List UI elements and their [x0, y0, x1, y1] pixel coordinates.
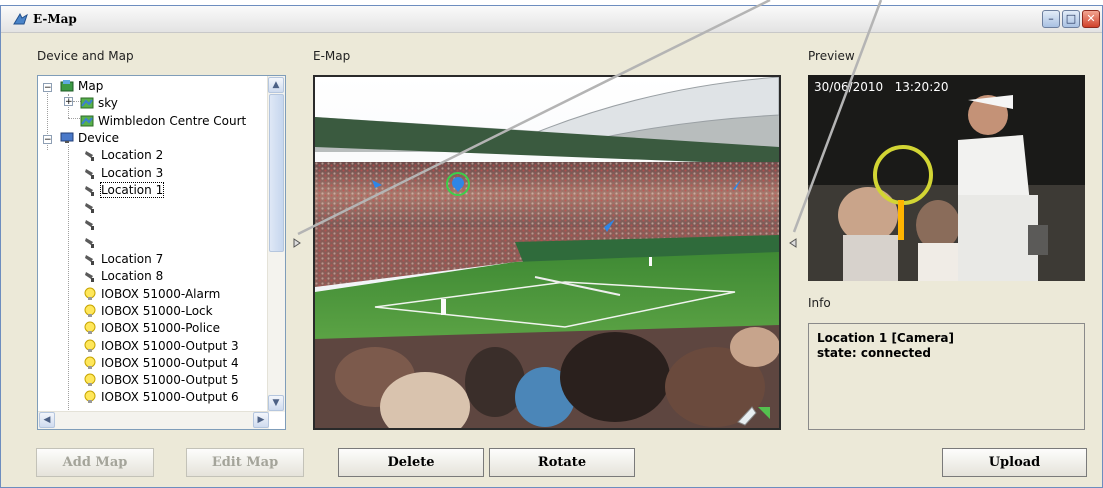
tree-item[interactable]: IOBOX 51000-Lock: [83, 303, 213, 320]
map-icon: [80, 97, 94, 109]
scroll-right-button[interactable]: ▶: [253, 412, 269, 428]
scroll-left-button[interactable]: ◀: [39, 412, 55, 428]
camera-icon: [85, 151, 94, 162]
tree-item[interactable]: Location 8: [83, 268, 163, 285]
tree-item-label: IOBOX 51000-Output 5: [101, 373, 239, 388]
tree-item[interactable]: Wimbledon Centre Court: [80, 113, 246, 130]
tree-item-label: Map: [78, 79, 104, 93]
bulb-icon: [84, 321, 96, 335]
tree-item[interactable]: [83, 234, 101, 251]
tree-item-label: IOBOX 51000-Output 6: [101, 390, 239, 405]
tree-item[interactable]: IOBOX 51000-Output 5: [83, 372, 239, 389]
window-title: E-Map: [33, 12, 77, 26]
camera-icon: [85, 185, 94, 196]
close-button[interactable]: ✕: [1082, 10, 1100, 28]
tree-item[interactable]: [83, 216, 101, 233]
bulb-icon: [84, 390, 96, 404]
scroll-up-button[interactable]: ▲: [268, 77, 284, 93]
camera-icon: [85, 168, 94, 179]
info-panel: Location 1 [Camera] state: connected: [808, 323, 1085, 430]
tree-item-label: IOBOX 51000-Police: [101, 321, 221, 336]
tree-item[interactable]: Location 1: [83, 181, 165, 199]
tree-vertical-scrollbar[interactable]: ▲ ▼: [267, 76, 285, 412]
tree-item[interactable]: Location 2: [83, 147, 163, 164]
tree-item[interactable]: IOBOX 51000-Output 6: [83, 389, 239, 406]
tree-item-label: IOBOX 51000-Lock: [101, 303, 213, 318]
tree-item-label: Location 3: [101, 165, 164, 180]
tree-item-label: sky: [98, 96, 118, 111]
bulb-icon: [84, 373, 96, 387]
emap-canvas[interactable]: [313, 75, 781, 430]
tree-item-label: IOBOX 51000-Output 4: [101, 355, 239, 370]
rotate-button[interactable]: Rotate: [489, 448, 635, 477]
tree-item-label: Location 1: [99, 181, 165, 198]
tree-item[interactable]: IOBOX 51000-Alarm: [83, 286, 220, 303]
preview-marker-icon: [789, 238, 797, 248]
map-icon: [80, 115, 94, 127]
preview-label: Preview: [808, 49, 855, 63]
camera-icon: [85, 272, 94, 283]
map-folder-icon: [60, 80, 74, 92]
tree-item-label: Location 7: [101, 252, 164, 266]
preview-video: 30/06/2010 13:20:20: [808, 75, 1085, 281]
tree-item[interactable]: Map: [60, 78, 103, 95]
emap-label: E-Map: [313, 49, 351, 63]
edit-map-button[interactable]: Edit Map: [186, 448, 304, 477]
emap-app-icon: [13, 12, 28, 25]
tree-item-label: IOBOX 51000-Alarm: [101, 286, 221, 301]
camera-icon: [85, 255, 94, 265]
emap-left-marker-icon: [293, 238, 301, 248]
preview-timestamp: 30/06/2010 13:20:20: [814, 80, 949, 94]
add-map-button[interactable]: Add Map: [36, 448, 154, 477]
tree-item[interactable]: Location 3: [83, 165, 163, 182]
device-map-tree[interactable]: − + − Map sky Wimbledon Centre Court Device…: [37, 75, 286, 430]
tree-item-label: Location 8: [101, 269, 164, 284]
upload-button[interactable]: Upload: [942, 448, 1087, 477]
tree-item-label: Location 2: [101, 148, 164, 163]
info-state-line: state: connected: [817, 346, 931, 360]
preview-image: [808, 75, 1085, 281]
tree-item[interactable]: IOBOX 51000-Police: [83, 320, 220, 337]
minimize-button[interactable]: –: [1042, 10, 1060, 28]
info-label: Info: [808, 296, 831, 310]
scroll-down-button[interactable]: ▼: [268, 395, 284, 411]
tree-item-label: Wimbledon Centre Court: [98, 113, 247, 128]
device-and-map-label: Device and Map: [37, 49, 134, 63]
expand-sky-toggle[interactable]: +: [64, 97, 73, 107]
stadium-map-image: [315, 77, 779, 428]
expand-map-toggle[interactable]: −: [43, 83, 52, 93]
delete-button[interactable]: Delete: [338, 448, 484, 477]
tree-item[interactable]: IOBOX 51000-Output 4: [83, 355, 239, 372]
tree-item[interactable]: [83, 199, 101, 216]
bulb-icon: [84, 304, 96, 317]
tree-horizontal-scrollbar[interactable]: ◀ ▶: [38, 411, 269, 429]
tree-item[interactable]: Location 7: [83, 251, 163, 268]
maximize-button[interactable]: □: [1062, 10, 1080, 28]
monitor-icon: [60, 132, 74, 143]
title-bar[interactable]: E-Map – □ ✕: [1, 6, 1102, 33]
camera-icon: [85, 237, 94, 248]
bulb-icon: [84, 339, 96, 352]
camera-icon: [85, 203, 94, 214]
tree-item[interactable]: sky: [80, 95, 118, 112]
tree-item[interactable]: IOBOX 51000-Output 3: [83, 338, 239, 355]
tree-item-label: Device: [78, 130, 120, 145]
bulb-icon: [84, 356, 96, 369]
tree-item-label: IOBOX 51000-Output 3: [101, 338, 239, 353]
scroll-thumb[interactable]: [269, 94, 284, 252]
bulb-icon: [84, 287, 96, 300]
info-device-line: Location 1 [Camera]: [817, 331, 954, 345]
camera-icon: [85, 220, 94, 231]
expand-device-toggle[interactable]: −: [43, 135, 52, 145]
tree-item[interactable]: Device: [60, 130, 119, 147]
